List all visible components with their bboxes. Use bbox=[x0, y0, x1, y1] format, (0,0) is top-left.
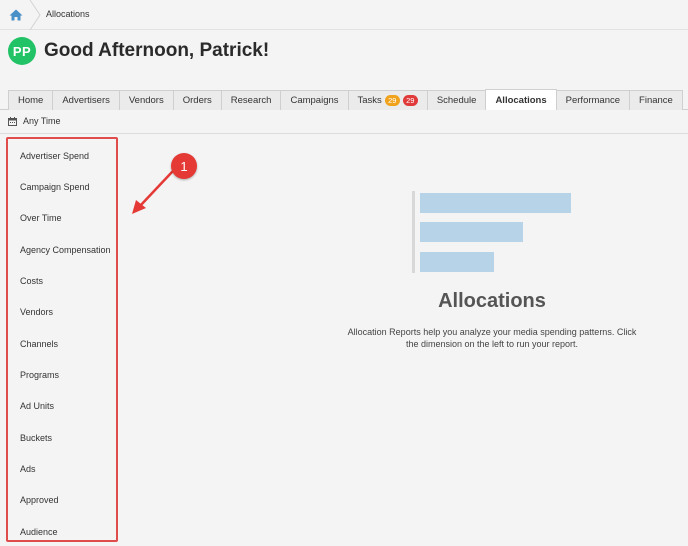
tab-label: Orders bbox=[182, 95, 212, 106]
sidebar-item-vendors[interactable]: Vendors bbox=[20, 307, 53, 317]
dimension-sidebar: Advertiser Spend Campaign Spend Over Tim… bbox=[6, 137, 118, 542]
sidebar-item-programs[interactable]: Programs bbox=[20, 370, 59, 380]
illustration-axis bbox=[412, 191, 415, 273]
sidebar-item-over-time[interactable]: Over Time bbox=[20, 213, 62, 223]
main-tabs: Home Advertisers Vendors Orders Research… bbox=[8, 89, 683, 110]
tab-tasks[interactable]: Tasks 29 29 bbox=[347, 90, 428, 110]
illustration-bar bbox=[420, 222, 523, 242]
sidebar-item-ad-units[interactable]: Ad Units bbox=[20, 401, 54, 411]
tab-label: Finance bbox=[639, 95, 673, 106]
illustration-bar bbox=[420, 193, 571, 213]
tasks-overdue-badge: 29 bbox=[402, 95, 418, 106]
sidebar-item-campaign-spend[interactable]: Campaign Spend bbox=[20, 182, 90, 192]
tab-finance[interactable]: Finance bbox=[629, 90, 683, 110]
tab-advertisers[interactable]: Advertisers bbox=[52, 90, 120, 110]
sidebar-item-channels[interactable]: Channels bbox=[20, 339, 58, 349]
tab-research[interactable]: Research bbox=[220, 90, 282, 110]
callout-arrow-icon bbox=[132, 170, 174, 214]
bar-chart-illustration-icon bbox=[410, 191, 580, 275]
date-filter-label: Any Time bbox=[23, 116, 61, 126]
tab-label: Research bbox=[230, 95, 272, 106]
tasks-count-badge: 29 bbox=[384, 95, 400, 106]
tab-label: Advertisers bbox=[62, 95, 110, 106]
empty-state-description: Allocation Reports help you analyze your… bbox=[347, 327, 637, 349]
sidebar-item-costs[interactable]: Costs bbox=[20, 276, 43, 286]
tab-vendors[interactable]: Vendors bbox=[118, 90, 174, 110]
greeting-header: PP Good Afternoon, Patrick! bbox=[8, 37, 269, 65]
sidebar-item-agency-compensation[interactable]: Agency Compensation bbox=[20, 245, 111, 255]
breadcrumb-separator-icon bbox=[29, 0, 41, 30]
tab-performance[interactable]: Performance bbox=[555, 90, 631, 110]
sidebar-item-advertiser-spend[interactable]: Advertiser Spend bbox=[20, 151, 89, 161]
tab-label: Tasks bbox=[357, 95, 382, 106]
tab-label: Schedule bbox=[436, 95, 477, 106]
tab-orders[interactable]: Orders bbox=[172, 90, 222, 110]
sidebar-item-buckets[interactable]: Buckets bbox=[20, 433, 52, 443]
sidebar-item-approved[interactable]: Approved bbox=[20, 495, 59, 505]
breadcrumb: Allocations bbox=[0, 0, 688, 30]
tab-label: Vendors bbox=[128, 95, 164, 106]
home-icon bbox=[9, 9, 23, 21]
sidebar-item-audience[interactable]: Audience bbox=[20, 527, 58, 537]
tab-schedule[interactable]: Schedule bbox=[426, 90, 487, 110]
tab-label: Home bbox=[18, 95, 44, 106]
empty-state-title: Allocations bbox=[438, 290, 546, 312]
tab-label: Allocations bbox=[495, 94, 547, 106]
tab-allocations[interactable]: Allocations bbox=[485, 89, 557, 110]
tab-campaigns[interactable]: Campaigns bbox=[280, 90, 349, 110]
illustration-bar bbox=[420, 252, 494, 272]
sidebar-item-ads[interactable]: Ads bbox=[20, 464, 36, 474]
calendar-icon bbox=[8, 116, 17, 126]
callout-number-badge: 1 bbox=[171, 153, 197, 179]
avatar[interactable]: PP bbox=[8, 37, 36, 65]
tab-label: Performance bbox=[565, 95, 621, 106]
breadcrumb-current: Allocations bbox=[46, 9, 90, 19]
date-filter[interactable]: Any Time bbox=[8, 115, 61, 127]
tab-home[interactable]: Home bbox=[8, 90, 54, 110]
filter-divider bbox=[0, 133, 688, 134]
page-title: Good Afternoon, Patrick! bbox=[44, 40, 270, 61]
tab-label: Campaigns bbox=[290, 95, 339, 106]
